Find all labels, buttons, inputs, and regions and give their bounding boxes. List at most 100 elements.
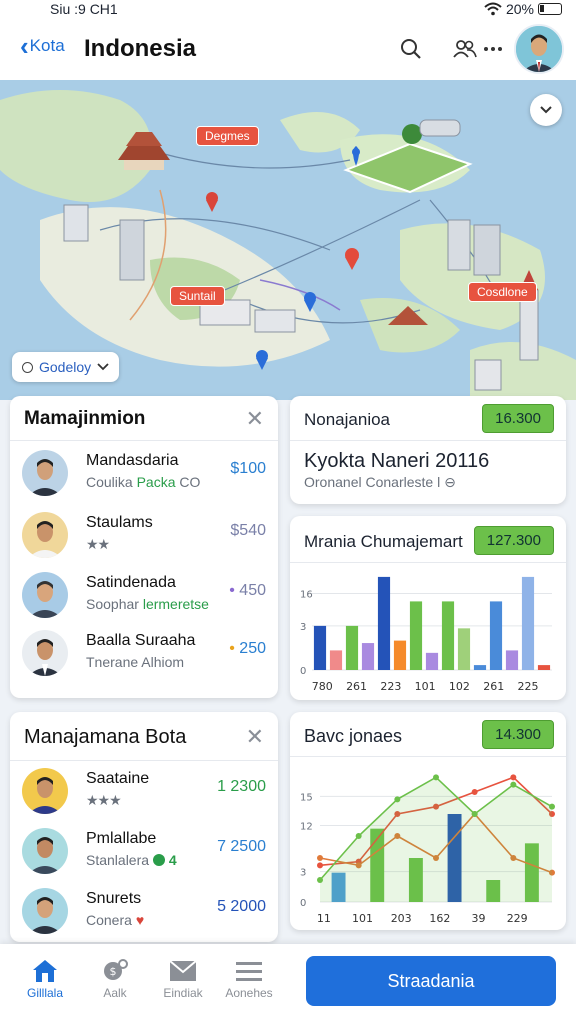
close-button[interactable]: ✕ <box>246 408 264 430</box>
bar <box>489 601 503 670</box>
list-item[interactable]: Satindenada Soophar lermeretse • 450 <box>22 568 266 626</box>
person-value: 100 <box>239 460 266 477</box>
list-item[interactable]: Pmlallabe Stanlalera 4 7 2500 <box>22 824 266 882</box>
x-tick-label: 39 <box>472 912 486 925</box>
rating-stars: ★★ <box>86 536 110 552</box>
value-badge: 127.300 <box>473 526 554 555</box>
chevron-left-icon: ‹ <box>20 31 29 61</box>
list-item[interactable]: Snurets Conera ♥ 5 2000 <box>22 884 266 942</box>
bar <box>361 643 375 670</box>
bar-chart: 16 3 0 780 261 223 101 102 261 225 <box>300 576 552 693</box>
close-icon: ✕ <box>245 406 264 431</box>
back-button[interactable]: ‹ Kota <box>20 31 65 61</box>
x-tick-label: 780 <box>312 680 333 693</box>
person-name: Mandasdaria <box>86 452 179 469</box>
mail-icon <box>169 960 197 981</box>
x-tick-label: 261 <box>483 680 504 693</box>
search-button[interactable] <box>396 34 426 64</box>
close-button[interactable]: ✕ <box>246 726 264 748</box>
value-badge: 14.300 <box>482 720 554 749</box>
data-point <box>394 796 401 803</box>
person-subtitle: Stanlalera <box>86 852 150 868</box>
map-label[interactable]: Suntail <box>170 286 225 306</box>
nav-home[interactable]: Gilllala <box>10 956 80 1000</box>
primary-action-button[interactable]: Straadania <box>306 956 556 1006</box>
person-name: Staulams <box>86 514 153 531</box>
person-value: 250 <box>239 640 266 657</box>
bar-chart-card[interactable]: Mrania Chumajemart 127.300 16 3 0 780 261 223… <box>290 516 566 700</box>
map-filter-dropdown[interactable]: Godeloy <box>12 352 120 382</box>
x-tick-label: 101 <box>415 680 436 693</box>
data-point <box>471 811 478 817</box>
bar <box>377 576 391 670</box>
line-chart-card[interactable]: Bavc jonaes 14.300 15 12 3 0 11 101 203 162 39 22… <box>290 712 566 930</box>
bar <box>329 650 343 670</box>
bottom-navigation: Gilllala $ Aalk Eindiak Aonehes Straadan… <box>0 944 576 1024</box>
person-subtitle: Tnerane Alhiom <box>86 654 185 670</box>
x-tick-label: 162 <box>429 912 450 925</box>
y-tick-label: 0 <box>300 666 306 677</box>
person-name: Saataine <box>86 770 150 787</box>
status-time: Siu :9 CH1 <box>50 1 118 17</box>
status-dot-icon <box>152 854 165 866</box>
nav-eindiak[interactable]: Eindiak <box>148 956 218 1000</box>
x-tick-label: 229 <box>507 912 528 925</box>
more-button[interactable] <box>478 34 508 64</box>
nav-label: Aonehes <box>225 986 273 1000</box>
list-item[interactable]: Mandasdaria Coulika Packa CO $100 <box>22 446 266 504</box>
list-item[interactable]: Baalla Suraaha Tnerane Alhiom • 250 <box>22 626 266 684</box>
battery-percent: 20% <box>505 1 534 17</box>
avatar <box>22 630 68 676</box>
map-label[interactable]: Degmes <box>196 126 259 146</box>
home-icon <box>33 960 57 982</box>
app-header: ‹ Kota Indonesia <box>0 20 576 80</box>
x-tick-label: 223 <box>380 680 401 693</box>
card-title: Mamajinmion <box>24 408 146 429</box>
person-value: 450 <box>239 582 266 599</box>
close-icon: ✕ <box>245 724 264 749</box>
data-point <box>549 803 555 810</box>
region-map[interactable]: Degmes Suntail Cosdlone Godeloy <box>0 80 576 400</box>
data-point <box>317 877 323 883</box>
profile-avatar[interactable] <box>514 24 564 74</box>
value-prefix: $ <box>230 460 240 477</box>
value-prefix: • <box>229 640 235 657</box>
data-point <box>510 774 517 781</box>
map-filter-label: Godeloy <box>39 359 92 375</box>
more-icon <box>484 47 502 51</box>
summary-card[interactable]: Nonajanioa 16.300 Kyokta Naneri 20116 Or… <box>290 396 566 504</box>
y-tick-label: 15 <box>300 792 313 803</box>
map-collapse-button[interactable] <box>530 94 562 126</box>
data-point <box>355 833 362 839</box>
person-name: Pmlallabe <box>86 830 157 847</box>
avatar <box>22 828 68 874</box>
users-icon <box>453 40 477 58</box>
x-tick-label: 101 <box>352 912 373 925</box>
list-item[interactable]: Staulams ★★ $540 <box>22 508 266 566</box>
person-subtitle: Soophar <box>86 596 139 612</box>
users-button[interactable] <box>450 34 480 64</box>
bar <box>313 625 327 670</box>
nav-aalk[interactable]: $ Aalk <box>80 956 150 1000</box>
card-title: Nonajanioa <box>304 410 391 429</box>
person-subtitle: Coulika <box>86 474 133 490</box>
bar <box>537 665 551 670</box>
search-money-icon: $ <box>104 959 128 980</box>
card-title: Bavc jonaes <box>304 726 403 746</box>
team-card: Manajamana Bota ✕ Saataine ★★★ 1 2300 Pm… <box>10 712 278 942</box>
status-badge: 4 <box>168 852 177 868</box>
person-tag: Packa <box>136 474 176 490</box>
card-title: Manajamana Bota <box>24 726 187 748</box>
x-tick-label: 203 <box>391 912 412 925</box>
nav-aonehes[interactable]: Aonehes <box>214 956 284 1000</box>
list-item[interactable]: Saataine ★★★ 1 2300 <box>22 764 266 822</box>
person-name: Satindenada <box>86 574 176 591</box>
person-subtitle-tail: CO <box>179 474 201 490</box>
card-title: Mrania Chumajemart <box>304 532 463 551</box>
person-subtitle: Conera <box>86 912 132 928</box>
person-value: 540 <box>239 522 266 539</box>
map-label[interactable]: Cosdlone <box>468 282 537 302</box>
svg-text:$: $ <box>110 965 117 978</box>
y-tick-label: 16 <box>300 590 313 601</box>
summary-subtitle: Oronanel Conarleste l <box>304 474 441 490</box>
